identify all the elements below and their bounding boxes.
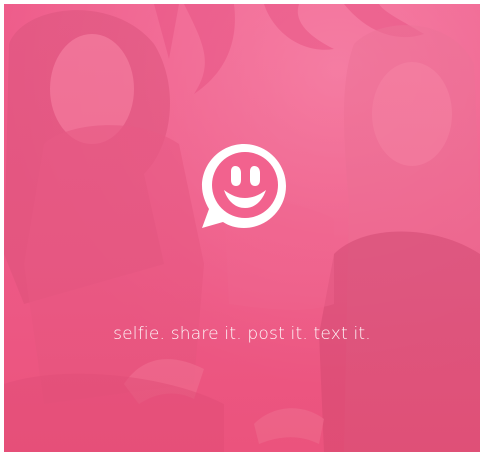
- tagline: selfie. share it. post it. text it.: [113, 324, 371, 344]
- smiley-chat-bubble-icon: [196, 138, 292, 234]
- splash-screen: selfie. share it. post it. text it.: [4, 4, 480, 452]
